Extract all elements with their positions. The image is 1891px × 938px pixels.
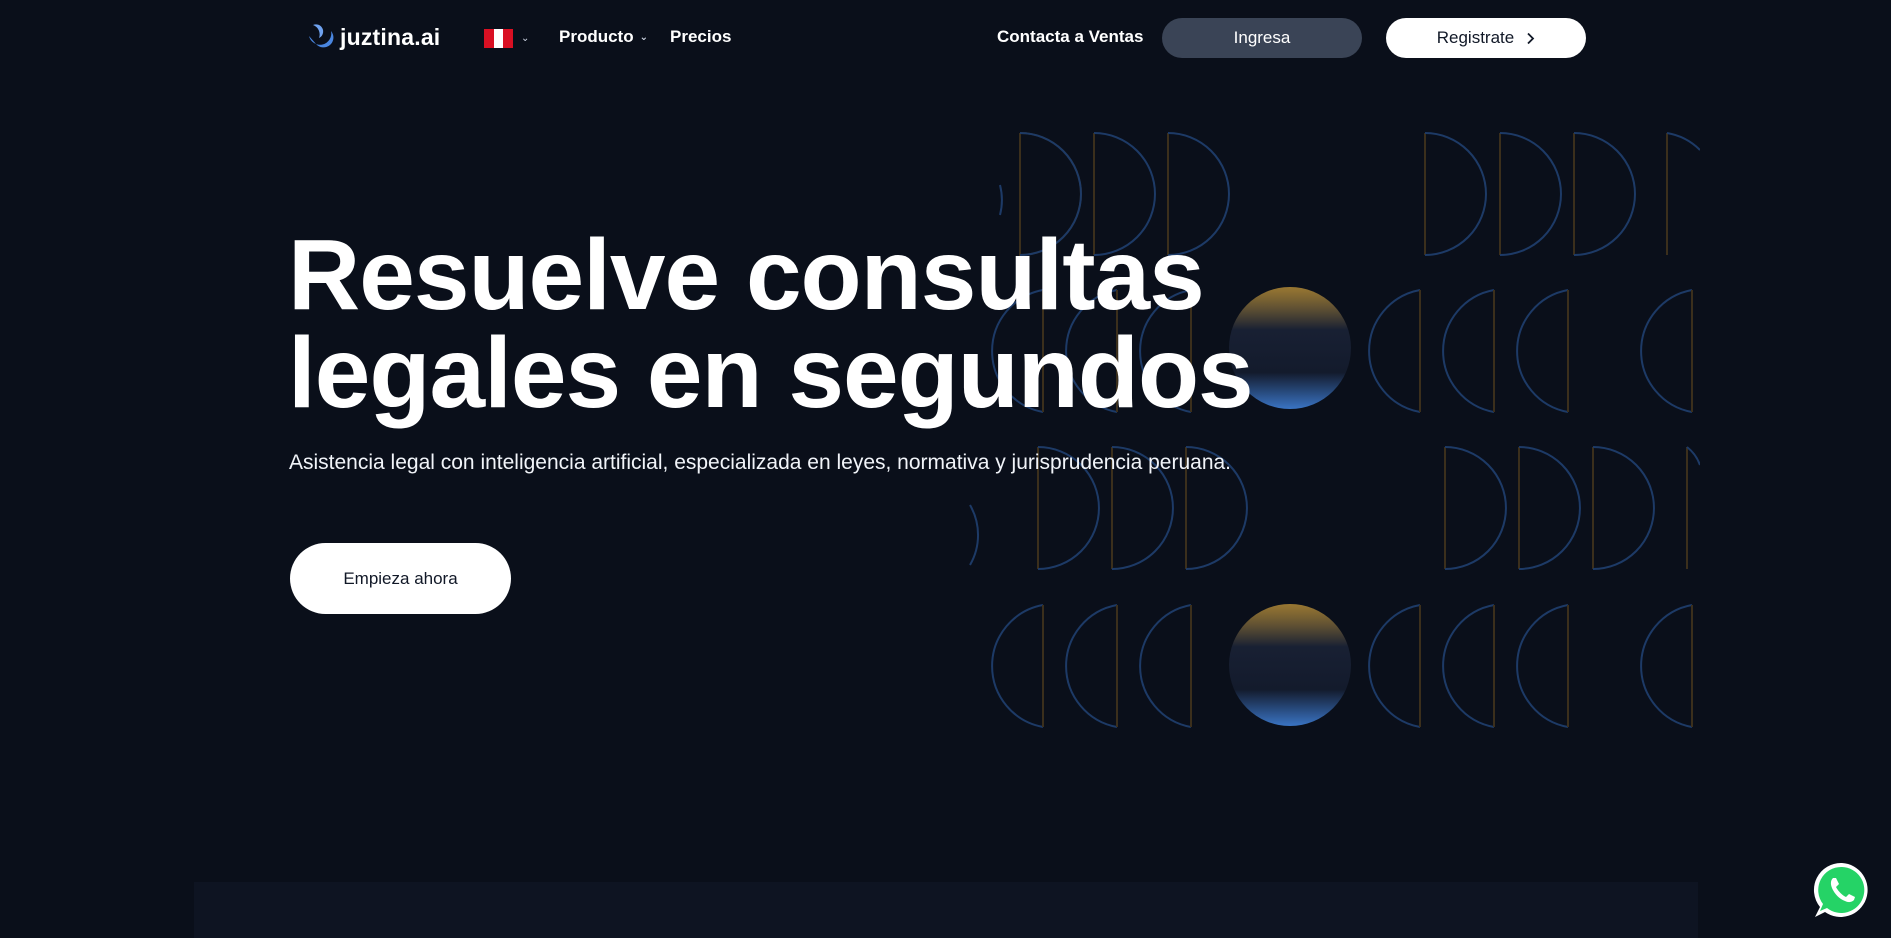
nav-contacta-label: Contacta a Ventas <box>997 27 1144 46</box>
decorative-orb <box>1229 604 1351 726</box>
chevron-down-icon: ⌄ <box>639 31 648 43</box>
peru-flag-icon <box>484 29 514 48</box>
nav-producto[interactable]: Producto ⌄ <box>559 27 648 47</box>
nav-contacta-ventas[interactable]: Contacta a Ventas <box>997 27 1143 47</box>
country-selector[interactable]: ⌄ <box>484 29 529 48</box>
landing-page: juztina.ai ⌄ Producto ⌄ Precios Contacta… <box>0 0 1891 938</box>
hero-title: Resuelve consultas legales en segundos <box>288 225 1288 423</box>
nav-precios-label: Precios <box>670 27 732 46</box>
brand-logo[interactable]: juztina.ai <box>304 22 440 52</box>
decorative-pattern <box>969 132 1700 728</box>
login-button[interactable]: Ingresa <box>1162 18 1362 58</box>
hero-title-line-1: Resuelve consultas <box>288 219 1205 331</box>
hero-subtitle: Asistencia legal con inteligencia artifi… <box>289 451 1232 474</box>
crescent-logo-icon <box>309 24 334 48</box>
chevron-right-icon <box>1527 32 1535 44</box>
brand-name: juztina.ai <box>340 23 441 50</box>
chevron-down-icon: ⌄ <box>521 33 530 44</box>
next-section-panel <box>194 882 1698 938</box>
whatsapp-icon[interactable] <box>1811 859 1873 921</box>
hero-title-line-2: legales en segundos <box>288 317 1254 429</box>
nav-precios[interactable]: Precios <box>670 27 731 47</box>
register-button-label: Registrate <box>1436 28 1515 47</box>
nav-producto-label: Producto <box>559 27 634 46</box>
top-navigation: juztina.ai ⌄ Producto ⌄ Precios Contacta… <box>0 0 1891 76</box>
register-button[interactable]: Registrate <box>1386 18 1586 58</box>
get-started-button[interactable]: Empieza ahora <box>290 543 511 614</box>
